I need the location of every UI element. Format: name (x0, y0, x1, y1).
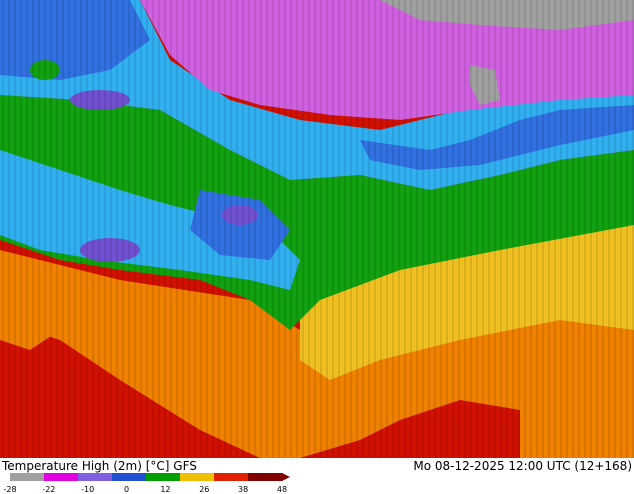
value-label-overlay (0, 0, 634, 458)
legend-arrow-icon (282, 473, 290, 481)
legend-swatch (78, 473, 113, 481)
footer-bar: Temperature High (2m) [°C] GFS Mo 08-12-… (0, 458, 634, 494)
legend-swatch (214, 473, 249, 481)
weather-map-screen: Temperature High (2m) [°C] GFS Mo 08-12-… (0, 0, 634, 494)
map-datetime: Mo 08-12-2025 12:00 UTC (12+168) (413, 459, 632, 473)
temperature-map (0, 0, 634, 458)
legend-swatch (180, 473, 215, 481)
legend-swatch (248, 473, 283, 481)
legend-swatch (112, 473, 147, 481)
legend-swatch (44, 473, 79, 481)
legend-swatch (10, 473, 45, 481)
map-title: Temperature High (2m) [°C] GFS (2, 459, 197, 473)
legend-swatch (146, 473, 181, 481)
